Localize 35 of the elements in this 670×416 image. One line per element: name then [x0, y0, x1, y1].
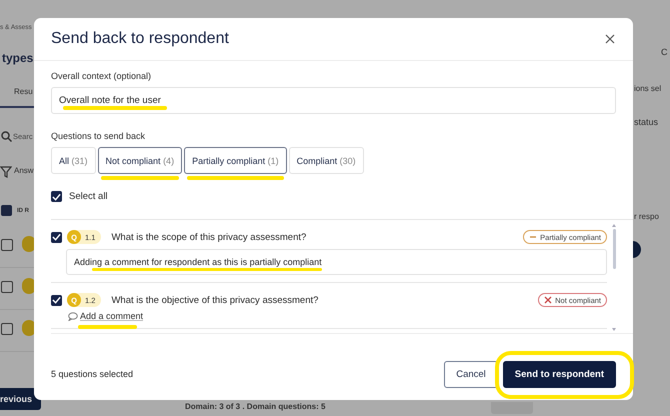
dialog-title: Send back to respondent: [51, 30, 229, 48]
question-text: What is the scope of this privacy assessment?: [111, 232, 308, 242]
field-label: Overall context (optional): [51, 71, 152, 81]
filter-label[interactable]: Answ: [14, 166, 34, 175]
checkbox-label: Select all: [69, 191, 108, 202]
comment-field[interactable]: Adding a comment for respondent as this is partially compliant: [66, 249, 607, 275]
cancel-button[interactable]: Cancel: [444, 360, 498, 388]
tab[interactable]: Resu: [14, 87, 33, 96]
search-icon: [1, 131, 12, 142]
domain-info: Domain: 3 of 3 . Domain questions: 5: [185, 402, 326, 412]
checkbox[interactable]: [1, 239, 13, 251]
checkbox[interactable]: [1, 323, 13, 335]
send-button[interactable]: Send to respondent: [502, 360, 616, 388]
filter-icon: [0, 166, 12, 178]
checkbox[interactable]: [1, 205, 12, 216]
close-button[interactable]: [603, 32, 617, 46]
checkbox[interactable]: [51, 232, 62, 242]
section-label: Questions to send back: [51, 131, 146, 141]
page-text: ions sel: [634, 84, 662, 93]
input-field[interactable]: Overall note for the user: [51, 87, 616, 114]
scrollbar[interactable]: [611, 224, 617, 333]
page-text: r respo: [634, 212, 659, 221]
page-heading: types: [2, 51, 34, 65]
filter-tab[interactable]: All (31): [51, 147, 96, 174]
checkbox[interactable]: [51, 294, 62, 306]
previous-button[interactable]: revious: [0, 388, 41, 410]
page-text: C: [661, 47, 668, 57]
add-comment-link[interactable]: Add a comment: [80, 311, 144, 321]
filter-tab[interactable]: Compliant (30): [288, 147, 364, 174]
selection-count: 5 questions selected: [51, 369, 134, 379]
page-text: status: [634, 117, 658, 127]
speech-bubble-icon: [68, 312, 78, 320]
question-text: What is the objective of this privacy assessment?: [111, 294, 320, 306]
checkbox[interactable]: [51, 191, 62, 202]
checkbox[interactable]: [1, 281, 13, 293]
